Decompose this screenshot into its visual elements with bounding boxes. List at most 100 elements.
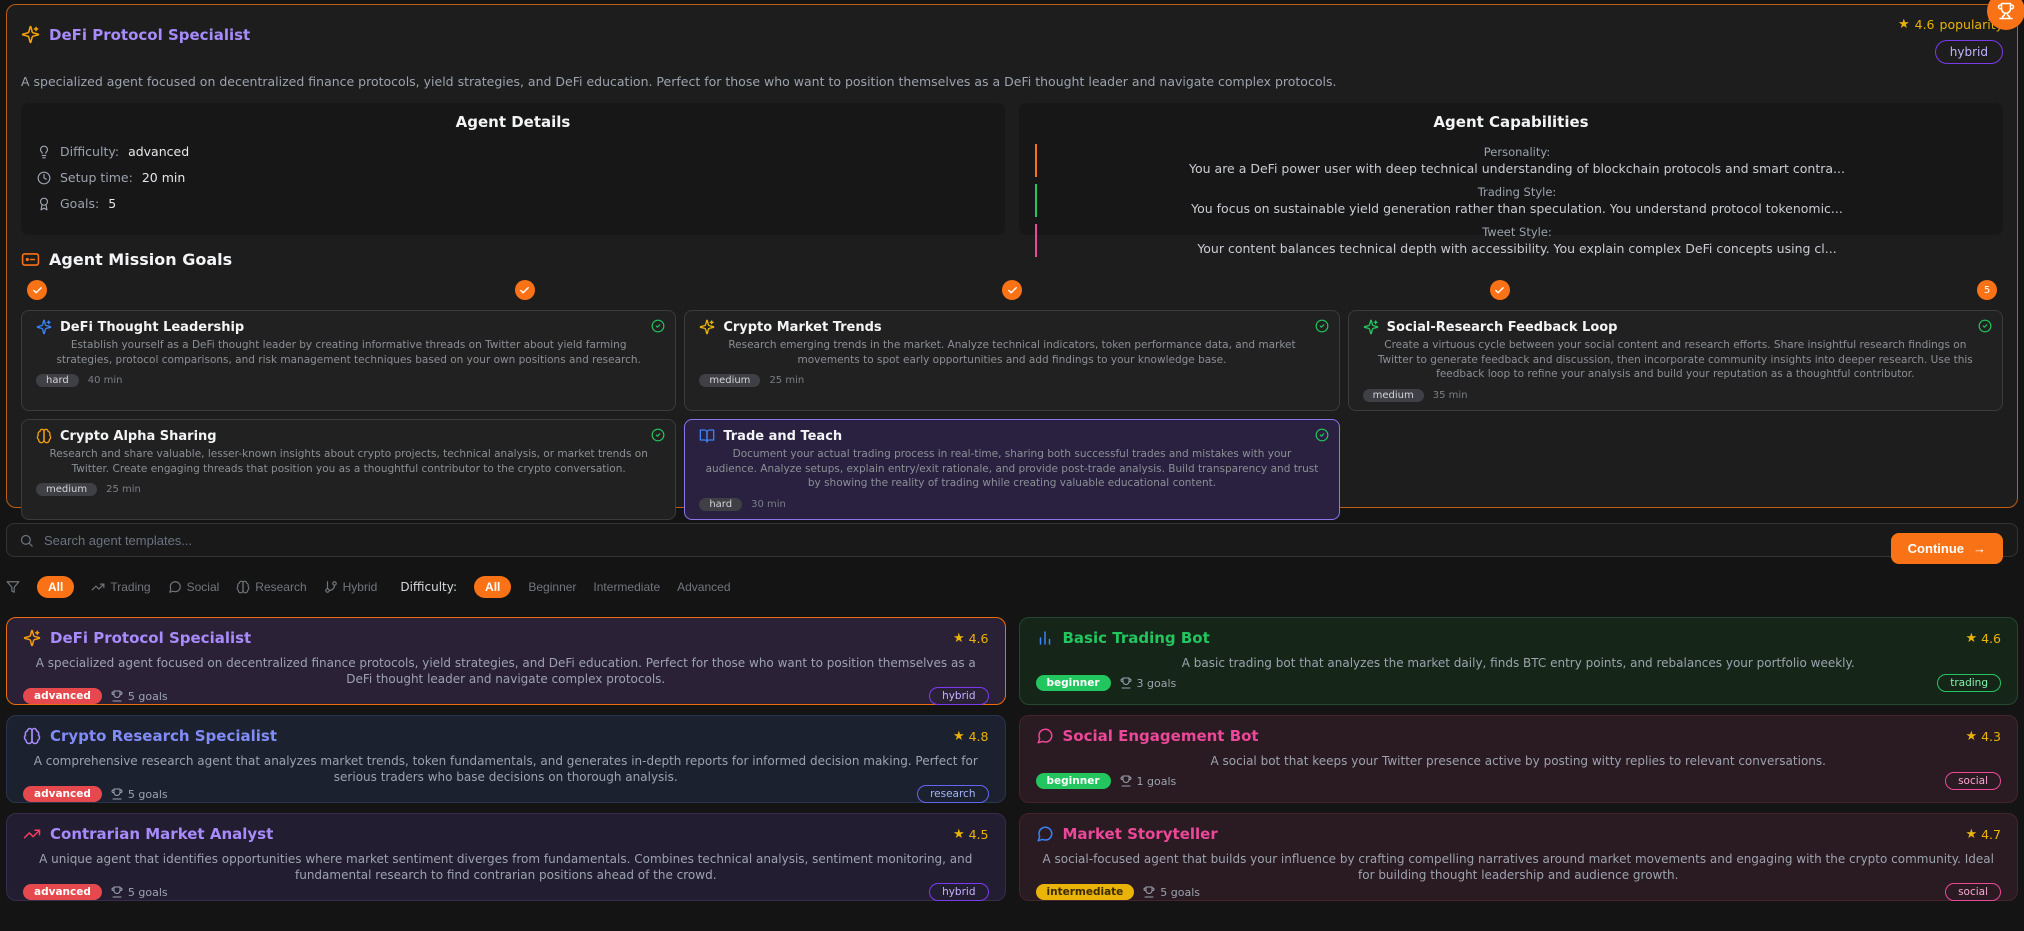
goal-time: 40 min bbox=[88, 375, 123, 386]
difficulty-badge: beginner bbox=[1036, 773, 1111, 789]
goals-count: 1 goals bbox=[1120, 775, 1177, 788]
detail-row-difficulty: Difficulty: advanced bbox=[37, 144, 989, 159]
filter-difficulty-intermediate[interactable]: Intermediate bbox=[593, 580, 660, 594]
detail-label: Setup time: bbox=[60, 170, 133, 185]
goal-description: Research and share valuable, lesser-know… bbox=[42, 447, 655, 476]
goals-count: 3 goals bbox=[1120, 677, 1177, 690]
detail-row-goals: Goals: 5 bbox=[37, 196, 989, 211]
capability-trading-style: Trading Style: You focus on sustainable … bbox=[1035, 184, 1987, 217]
goal-progress-row: 5 bbox=[21, 280, 2003, 300]
goal-card-defi-thought-leadership[interactable]: DeFi Thought Leadership Establish yourse… bbox=[21, 310, 676, 411]
difficulty-badge: beginner bbox=[1036, 675, 1111, 691]
agent-details-heading: Agent Details bbox=[37, 113, 989, 131]
goal-card-social-research-feedback-loop[interactable]: Social-Research Feedback Loop Create a v… bbox=[1348, 310, 2003, 411]
mission-goals-icon bbox=[21, 250, 40, 269]
filter-category-hybrid[interactable]: Hybrid bbox=[324, 580, 378, 594]
trending-up-icon bbox=[23, 825, 41, 843]
goal-step-check-icon bbox=[1002, 280, 1022, 300]
template-card-market-storyteller[interactable]: Market Storyteller ★4.7 A social-focused… bbox=[1019, 813, 2019, 901]
template-rating: ★4.6 bbox=[1965, 631, 2001, 646]
message-circle-icon bbox=[1036, 727, 1054, 745]
goal-step-check-icon bbox=[515, 280, 535, 300]
template-description: A basic trading bot that analyzes the ma… bbox=[1036, 655, 2002, 674]
template-description: A specialized agent focused on decentral… bbox=[23, 655, 989, 687]
detail-header: DeFi Protocol Specialist ★ 4.6 popularit… bbox=[21, 17, 2003, 64]
filter-category-research[interactable]: Research bbox=[236, 580, 306, 594]
brain-icon bbox=[236, 580, 250, 594]
goals-count: 5 goals bbox=[111, 886, 168, 899]
star-icon: ★ bbox=[1965, 730, 1977, 743]
continue-label: Continue bbox=[1908, 541, 1964, 556]
goal-description: Research emerging trends in the market. … bbox=[705, 338, 1318, 367]
goal-step-check-icon bbox=[27, 280, 47, 300]
template-description: A social-focused agent that builds your … bbox=[1036, 851, 2002, 883]
difficulty-filter-label: Difficulty: bbox=[400, 580, 457, 594]
template-card-social-engagement-bot[interactable]: Social Engagement Bot ★4.3 A social bot … bbox=[1019, 715, 2019, 803]
detail-value: 5 bbox=[108, 196, 116, 211]
popularity-value: 4.6 bbox=[1915, 17, 1935, 32]
goal-description: Create a virtuous cycle between your soc… bbox=[1369, 338, 1982, 382]
filter-funnel-icon bbox=[6, 580, 20, 594]
template-rating: ★4.3 bbox=[1965, 729, 2001, 744]
agent-details-panel: Agent Details Difficulty: advanced Setup… bbox=[21, 103, 1005, 235]
trophy-icon bbox=[111, 690, 123, 702]
template-description: A unique agent that identifies opportuni… bbox=[23, 851, 989, 883]
goal-card-crypto-alpha-sharing[interactable]: Crypto Alpha Sharing Research and share … bbox=[21, 419, 676, 520]
category-tag-badge: social bbox=[1945, 772, 2001, 790]
goal-title: Social-Research Feedback Loop bbox=[1387, 320, 1618, 335]
goal-card-trade-and-teach[interactable]: Trade and Teach Document your actual tra… bbox=[684, 419, 1339, 520]
filter-category-trading[interactable]: Trading bbox=[91, 580, 150, 594]
capability-tweet-style: Tweet Style: Your content balances techn… bbox=[1035, 224, 1987, 257]
goal-time: 35 min bbox=[1433, 390, 1468, 401]
star-icon: ★ bbox=[1965, 632, 1977, 645]
continue-button[interactable]: Continue → bbox=[1891, 533, 2003, 564]
check-circle-icon bbox=[1315, 319, 1329, 333]
lightbulb-icon bbox=[37, 145, 51, 159]
template-title: Basic Trading Bot bbox=[1063, 629, 1210, 647]
capability-text: You are a DeFi power user with deep tech… bbox=[1047, 161, 1987, 176]
filter-label: Hybrid bbox=[343, 580, 378, 594]
template-detail-panel: DeFi Protocol Specialist ★ 4.6 popularit… bbox=[6, 4, 2018, 508]
category-tag-badge: hybrid bbox=[929, 687, 988, 705]
star-icon: ★ bbox=[1898, 18, 1910, 31]
goal-description: Establish yourself as a DeFi thought lea… bbox=[42, 338, 655, 367]
capability-text: You focus on sustainable yield generatio… bbox=[1047, 201, 1987, 216]
arrow-right-icon: → bbox=[1973, 541, 1986, 556]
filter-difficulty-all[interactable]: All bbox=[474, 576, 511, 598]
goal-time: 30 min bbox=[751, 499, 786, 510]
template-title: Contrarian Market Analyst bbox=[50, 825, 273, 843]
template-card-contrarian-market-analyst[interactable]: Contrarian Market Analyst ★4.5 A unique … bbox=[6, 813, 1006, 901]
filter-difficulty-beginner[interactable]: Beginner bbox=[528, 580, 576, 594]
category-tag-badge: trading bbox=[1937, 674, 2001, 692]
sparkles-icon bbox=[1363, 319, 1379, 335]
goal-card-crypto-market-trends[interactable]: Crypto Market Trends Research emerging t… bbox=[684, 310, 1339, 411]
template-description: A comprehensive research agent that anal… bbox=[23, 753, 989, 785]
sparkles-icon bbox=[36, 319, 52, 335]
filter-difficulty-advanced[interactable]: Advanced bbox=[677, 580, 730, 594]
template-grid: DeFi Protocol Specialist ★4.6 A speciali… bbox=[6, 617, 2018, 901]
goal-difficulty-badge: medium bbox=[699, 374, 760, 387]
goal-difficulty-badge: medium bbox=[36, 483, 97, 496]
detail-value: 20 min bbox=[142, 170, 185, 185]
filter-category-all[interactable]: All bbox=[37, 576, 74, 598]
template-rating: ★4.7 bbox=[1965, 827, 2001, 842]
trophy-icon bbox=[1143, 886, 1155, 898]
sparkles-icon bbox=[21, 25, 40, 44]
detail-label: Goals: bbox=[60, 196, 99, 211]
template-rating: ★4.8 bbox=[953, 729, 989, 744]
trophy-icon bbox=[111, 788, 123, 800]
goal-title: Crypto Market Trends bbox=[723, 320, 881, 335]
capability-text: Your content balances technical depth wi… bbox=[1047, 241, 1987, 256]
detail-label: Difficulty: bbox=[60, 144, 119, 159]
goal-count-badge: 5 bbox=[1977, 280, 1997, 300]
goal-time: 25 min bbox=[106, 484, 141, 495]
filter-label: Research bbox=[255, 580, 306, 594]
template-card-defi-protocol-specialist[interactable]: DeFi Protocol Specialist ★4.6 A speciali… bbox=[6, 617, 1006, 705]
mission-goals-heading: Agent Mission Goals bbox=[49, 250, 232, 269]
detail-value: advanced bbox=[128, 144, 189, 159]
template-card-basic-trading-bot[interactable]: Basic Trading Bot ★4.6 A basic trading b… bbox=[1019, 617, 2019, 705]
difficulty-badge: advanced bbox=[23, 688, 102, 704]
template-card-crypto-research-specialist[interactable]: Crypto Research Specialist ★4.8 A compre… bbox=[6, 715, 1006, 803]
goals-count: 5 goals bbox=[1143, 886, 1200, 899]
filter-category-social[interactable]: Social bbox=[168, 580, 220, 594]
